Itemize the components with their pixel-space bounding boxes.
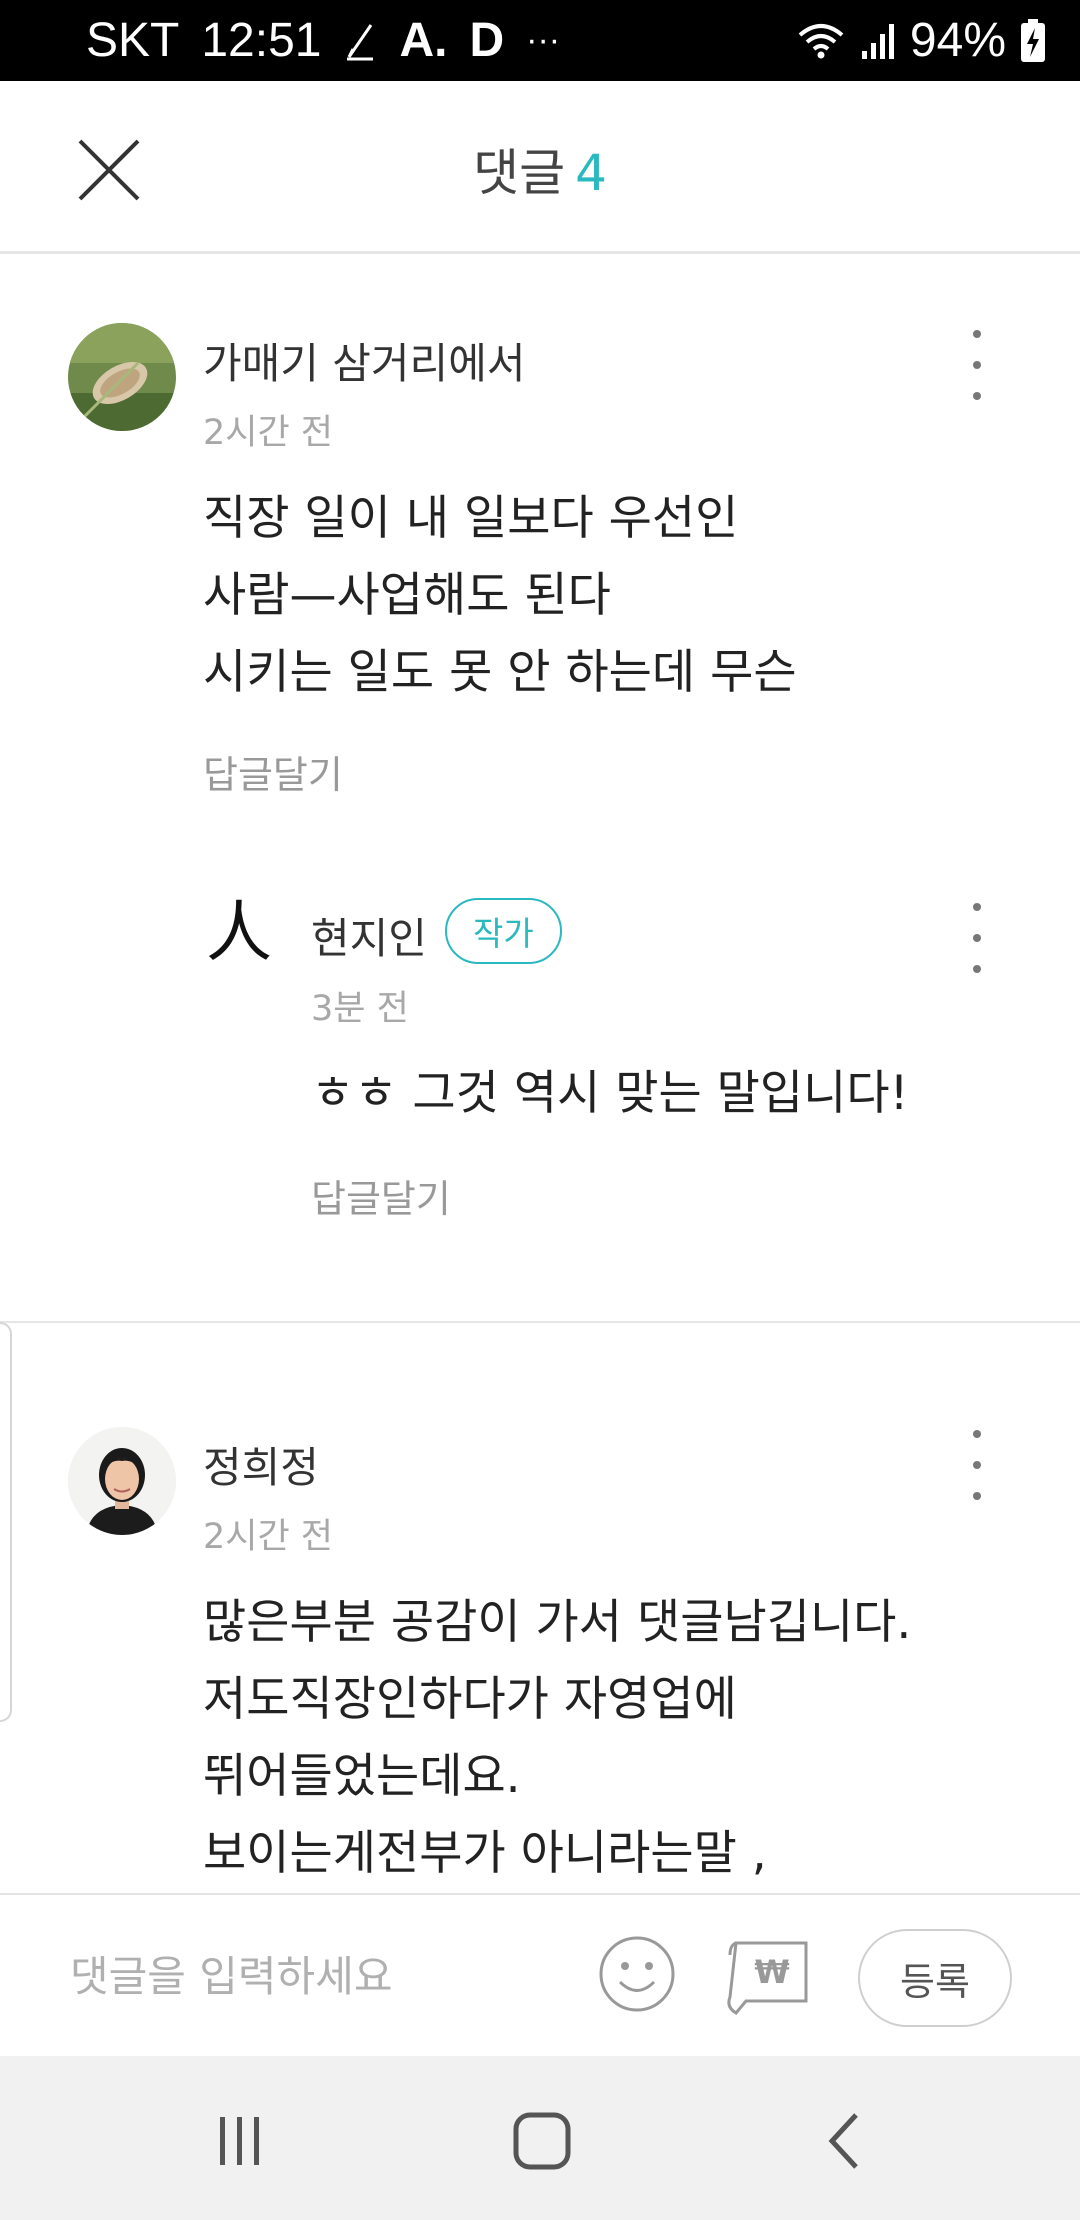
status-bar: SKT 12:51 A. D ··· 94% [0, 0, 1080, 81]
avatar[interactable] [68, 1427, 176, 1535]
comment-input[interactable] [68, 1935, 572, 2017]
recent-apps-button[interactable] [200, 2106, 280, 2176]
avatar-glyph: 人 [206, 894, 272, 971]
comment-more-button[interactable] [957, 1430, 997, 1500]
submit-button[interactable]: 등록 [858, 1929, 1012, 2027]
notification-a-icon: A. [399, 14, 448, 67]
system-nav-bar [0, 2056, 1080, 2220]
comment-count: 4 [575, 144, 607, 202]
reply-text: ㅎㅎ 그것 역시 맞는 말입니다! [311, 1066, 909, 1121]
more-vertical-icon [973, 1430, 981, 1438]
comment-input-bar: ₩ 등록 [0, 1893, 1080, 2058]
battery-charging-icon [1020, 18, 1046, 63]
comment-more-button[interactable] [957, 330, 997, 400]
notification-d-icon: D [469, 14, 505, 67]
reply-button[interactable]: 답글달기 [311, 1168, 451, 1223]
more-vertical-icon [973, 903, 981, 911]
recent-apps-icon [220, 2117, 259, 2165]
reply-more-button[interactable] [957, 903, 997, 973]
comment-time: 2시간 전 [203, 1517, 333, 1557]
author-badge: 작가 [445, 898, 562, 964]
emoji-button[interactable] [598, 1935, 676, 2013]
page-title-label: 댓글 [473, 144, 566, 202]
reply-time: 3분 전 [311, 989, 409, 1029]
home-icon [513, 2112, 571, 2170]
comment-author[interactable]: 가매기 삼거리에서 [203, 330, 525, 391]
comment-time: 2시간 전 [203, 413, 333, 453]
comment-divider [0, 1321, 1080, 1323]
more-notifications-icon: ··· [526, 21, 561, 59]
comment-author[interactable]: 정희정 [203, 1434, 319, 1495]
page-title: 댓글 4 [0, 133, 1080, 205]
clock: 12:51 [201, 14, 322, 67]
signal-icon [860, 21, 896, 61]
comment-text: 직장 일이 내 일보다 우선인 사람—사업해도 된다 시키는 일도 못 안 하는… [203, 491, 797, 700]
battery-percent: 94% [909, 14, 1006, 67]
wifi-icon [796, 21, 846, 61]
avatar[interactable]: 人 [206, 895, 272, 971]
reply-author[interactable]: 현지인 [311, 905, 427, 966]
back-button[interactable] [804, 2106, 884, 2176]
smiley-icon [599, 1936, 675, 2012]
comment-text: 많은부분 공감이 가서 댓글남깁니다. 저도직장인하다가 자영업에 뛰어들었는데… [203, 1595, 912, 1881]
support-button[interactable]: ₩ [722, 1933, 810, 2015]
scroll-edge [0, 1322, 12, 1722]
won-ticket-icon: ₩ [727, 1941, 808, 2015]
comments-header: 댓글 4 [0, 81, 1080, 254]
won-symbol: ₩ [754, 1953, 789, 1991]
home-button[interactable] [502, 2106, 582, 2176]
avatar[interactable] [68, 323, 176, 431]
pen-icon [343, 21, 377, 61]
more-vertical-icon [973, 330, 981, 338]
reply-button[interactable]: 답글달기 [203, 744, 343, 799]
back-icon [828, 2113, 858, 2169]
carrier-label: SKT [86, 14, 180, 67]
